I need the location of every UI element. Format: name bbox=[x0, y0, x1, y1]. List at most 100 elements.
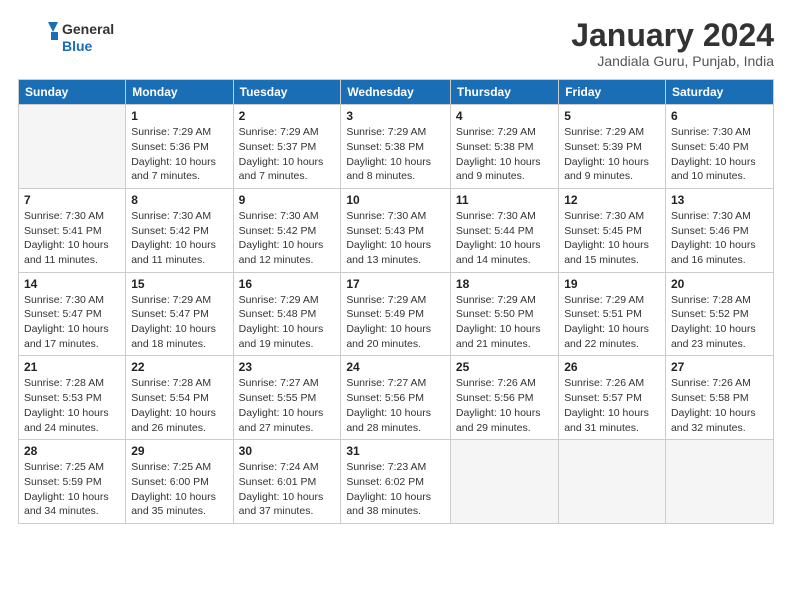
table-row: 8 Sunrise: 7:30 AMSunset: 5:42 PMDaylight… bbox=[126, 188, 233, 272]
table-row: 3 Sunrise: 7:29 AMSunset: 5:38 PMDaylight… bbox=[341, 105, 451, 189]
day-info: Sunrise: 7:25 AMSunset: 6:00 PMDaylight:… bbox=[131, 460, 227, 519]
calendar-week-row: 1Sunrise: 7:29 AMSunset: 5:36 PMDaylight… bbox=[19, 105, 774, 189]
day-info: Sunrise: 7:30 AMSunset: 5:41 PMDaylight:… bbox=[24, 209, 120, 268]
table-row: 11 Sunrise: 7:30 AMSunset: 5:44 PMDayligh… bbox=[450, 188, 558, 272]
page: General Blue January 2024 Jandiala Guru,… bbox=[0, 0, 792, 612]
day-info: Sunrise: 7:26 AMSunset: 5:58 PMDaylight:… bbox=[671, 376, 768, 435]
day-number: 22 bbox=[131, 360, 227, 374]
day-number: 19 bbox=[564, 277, 660, 291]
title-block: January 2024 Jandiala Guru, Punjab, Indi… bbox=[571, 18, 774, 69]
day-info: Sunrise: 7:29 AMSunset: 5:38 PMDaylight:… bbox=[346, 125, 445, 184]
day-info: Sunrise: 7:29 AMSunset: 5:51 PMDaylight:… bbox=[564, 293, 660, 352]
day-number: 5 bbox=[564, 109, 660, 123]
header: General Blue January 2024 Jandiala Guru,… bbox=[18, 18, 774, 69]
table-row: 26Sunrise: 7:26 AMSunset: 5:57 PMDayligh… bbox=[559, 356, 666, 440]
day-info: Sunrise: 7:29 AMSunset: 5:49 PMDaylight:… bbox=[346, 293, 445, 352]
table-row bbox=[19, 105, 126, 189]
col-monday: Monday bbox=[126, 80, 233, 105]
col-wednesday: Wednesday bbox=[341, 80, 451, 105]
table-row: 23 Sunrise: 7:27 AMSunset: 5:55 PMDayligh… bbox=[233, 356, 341, 440]
table-row: 28Sunrise: 7:25 AMSunset: 5:59 PMDayligh… bbox=[19, 440, 126, 524]
calendar-week-row: 21 Sunrise: 7:28 AMSunset: 5:53 PMDayligh… bbox=[19, 356, 774, 440]
table-row: 27 Sunrise: 7:26 AMSunset: 5:58 PMDayligh… bbox=[665, 356, 773, 440]
table-row: 13 Sunrise: 7:30 AMSunset: 5:46 PMDayligh… bbox=[665, 188, 773, 272]
table-row: 4 Sunrise: 7:29 AMSunset: 5:38 PMDaylight… bbox=[450, 105, 558, 189]
col-tuesday: Tuesday bbox=[233, 80, 341, 105]
day-number: 21 bbox=[24, 360, 120, 374]
day-info: Sunrise: 7:26 AMSunset: 5:56 PMDaylight:… bbox=[456, 376, 553, 435]
day-info: Sunrise: 7:29 AMSunset: 5:37 PMDaylight:… bbox=[239, 125, 336, 184]
day-number: 3 bbox=[346, 109, 445, 123]
logo: General Blue bbox=[18, 18, 114, 58]
day-number: 10 bbox=[346, 193, 445, 207]
day-info: Sunrise: 7:30 AMSunset: 5:45 PMDaylight:… bbox=[564, 209, 660, 268]
day-number: 30 bbox=[239, 444, 336, 458]
day-info: Sunrise: 7:28 AMSunset: 5:54 PMDaylight:… bbox=[131, 376, 227, 435]
table-row: 22 Sunrise: 7:28 AMSunset: 5:54 PMDayligh… bbox=[126, 356, 233, 440]
day-number: 11 bbox=[456, 193, 553, 207]
table-row bbox=[559, 440, 666, 524]
day-info: Sunrise: 7:30 AMSunset: 5:42 PMDaylight:… bbox=[239, 209, 336, 268]
table-row: 31 Sunrise: 7:23 AMSunset: 6:02 PMDayligh… bbox=[341, 440, 451, 524]
day-number: 29 bbox=[131, 444, 227, 458]
day-info: Sunrise: 7:28 AMSunset: 5:53 PMDaylight:… bbox=[24, 376, 120, 435]
day-info: Sunrise: 7:28 AMSunset: 5:52 PMDaylight:… bbox=[671, 293, 768, 352]
day-number: 4 bbox=[456, 109, 553, 123]
day-number: 1 bbox=[131, 109, 227, 123]
day-number: 6 bbox=[671, 109, 768, 123]
day-number: 13 bbox=[671, 193, 768, 207]
day-number: 27 bbox=[671, 360, 768, 374]
day-number: 16 bbox=[239, 277, 336, 291]
table-row: 29 Sunrise: 7:25 AMSunset: 6:00 PMDayligh… bbox=[126, 440, 233, 524]
table-row bbox=[665, 440, 773, 524]
day-number: 25 bbox=[456, 360, 553, 374]
day-number: 23 bbox=[239, 360, 336, 374]
table-row: 18Sunrise: 7:29 AMSunset: 5:50 PMDayligh… bbox=[450, 272, 558, 356]
col-thursday: Thursday bbox=[450, 80, 558, 105]
col-friday: Friday bbox=[559, 80, 666, 105]
table-row: 16 Sunrise: 7:29 AMSunset: 5:48 PMDayligh… bbox=[233, 272, 341, 356]
day-info: Sunrise: 7:30 AMSunset: 5:43 PMDaylight:… bbox=[346, 209, 445, 268]
month-title: January 2024 bbox=[571, 18, 774, 53]
day-number: 24 bbox=[346, 360, 445, 374]
day-info: Sunrise: 7:30 AMSunset: 5:44 PMDaylight:… bbox=[456, 209, 553, 268]
day-info: Sunrise: 7:23 AMSunset: 6:02 PMDaylight:… bbox=[346, 460, 445, 519]
calendar-week-row: 7 Sunrise: 7:30 AMSunset: 5:41 PMDaylight… bbox=[19, 188, 774, 272]
day-number: 26 bbox=[564, 360, 660, 374]
day-number: 31 bbox=[346, 444, 445, 458]
day-info: Sunrise: 7:27 AMSunset: 5:56 PMDaylight:… bbox=[346, 376, 445, 435]
day-number: 28 bbox=[24, 444, 120, 458]
day-number: 9 bbox=[239, 193, 336, 207]
day-info: Sunrise: 7:24 AMSunset: 6:01 PMDaylight:… bbox=[239, 460, 336, 519]
day-info: Sunrise: 7:29 AMSunset: 5:38 PMDaylight:… bbox=[456, 125, 553, 184]
day-number: 12 bbox=[564, 193, 660, 207]
table-row: 21 Sunrise: 7:28 AMSunset: 5:53 PMDayligh… bbox=[19, 356, 126, 440]
day-info: Sunrise: 7:30 AMSunset: 5:46 PMDaylight:… bbox=[671, 209, 768, 268]
day-number: 8 bbox=[131, 193, 227, 207]
table-row: 19 Sunrise: 7:29 AMSunset: 5:51 PMDayligh… bbox=[559, 272, 666, 356]
logo-text: General Blue bbox=[62, 21, 114, 55]
col-sunday: Sunday bbox=[19, 80, 126, 105]
table-row: 5 Sunrise: 7:29 AMSunset: 5:39 PMDaylight… bbox=[559, 105, 666, 189]
table-row: 25 Sunrise: 7:26 AMSunset: 5:56 PMDayligh… bbox=[450, 356, 558, 440]
logo-svg bbox=[18, 18, 58, 58]
location: Jandiala Guru, Punjab, India bbox=[571, 53, 774, 69]
day-info: Sunrise: 7:30 AMSunset: 5:47 PMDaylight:… bbox=[24, 293, 120, 352]
day-number: 7 bbox=[24, 193, 120, 207]
calendar-week-row: 28Sunrise: 7:25 AMSunset: 5:59 PMDayligh… bbox=[19, 440, 774, 524]
day-number: 17 bbox=[346, 277, 445, 291]
calendar-table: Sunday Monday Tuesday Wednesday Thursday… bbox=[18, 79, 774, 524]
day-info: Sunrise: 7:29 AMSunset: 5:48 PMDaylight:… bbox=[239, 293, 336, 352]
table-row bbox=[450, 440, 558, 524]
table-row: 15Sunrise: 7:29 AMSunset: 5:47 PMDayligh… bbox=[126, 272, 233, 356]
day-info: Sunrise: 7:30 AMSunset: 5:42 PMDaylight:… bbox=[131, 209, 227, 268]
day-info: Sunrise: 7:27 AMSunset: 5:55 PMDaylight:… bbox=[239, 376, 336, 435]
calendar-week-row: 14Sunrise: 7:30 AMSunset: 5:47 PMDayligh… bbox=[19, 272, 774, 356]
calendar-header-row: Sunday Monday Tuesday Wednesday Thursday… bbox=[19, 80, 774, 105]
table-row: 24 Sunrise: 7:27 AMSunset: 5:56 PMDayligh… bbox=[341, 356, 451, 440]
day-number: 18 bbox=[456, 277, 553, 291]
day-info: Sunrise: 7:30 AMSunset: 5:40 PMDaylight:… bbox=[671, 125, 768, 184]
day-info: Sunrise: 7:29 AMSunset: 5:39 PMDaylight:… bbox=[564, 125, 660, 184]
table-row: 9 Sunrise: 7:30 AMSunset: 5:42 PMDaylight… bbox=[233, 188, 341, 272]
day-number: 15 bbox=[131, 277, 227, 291]
